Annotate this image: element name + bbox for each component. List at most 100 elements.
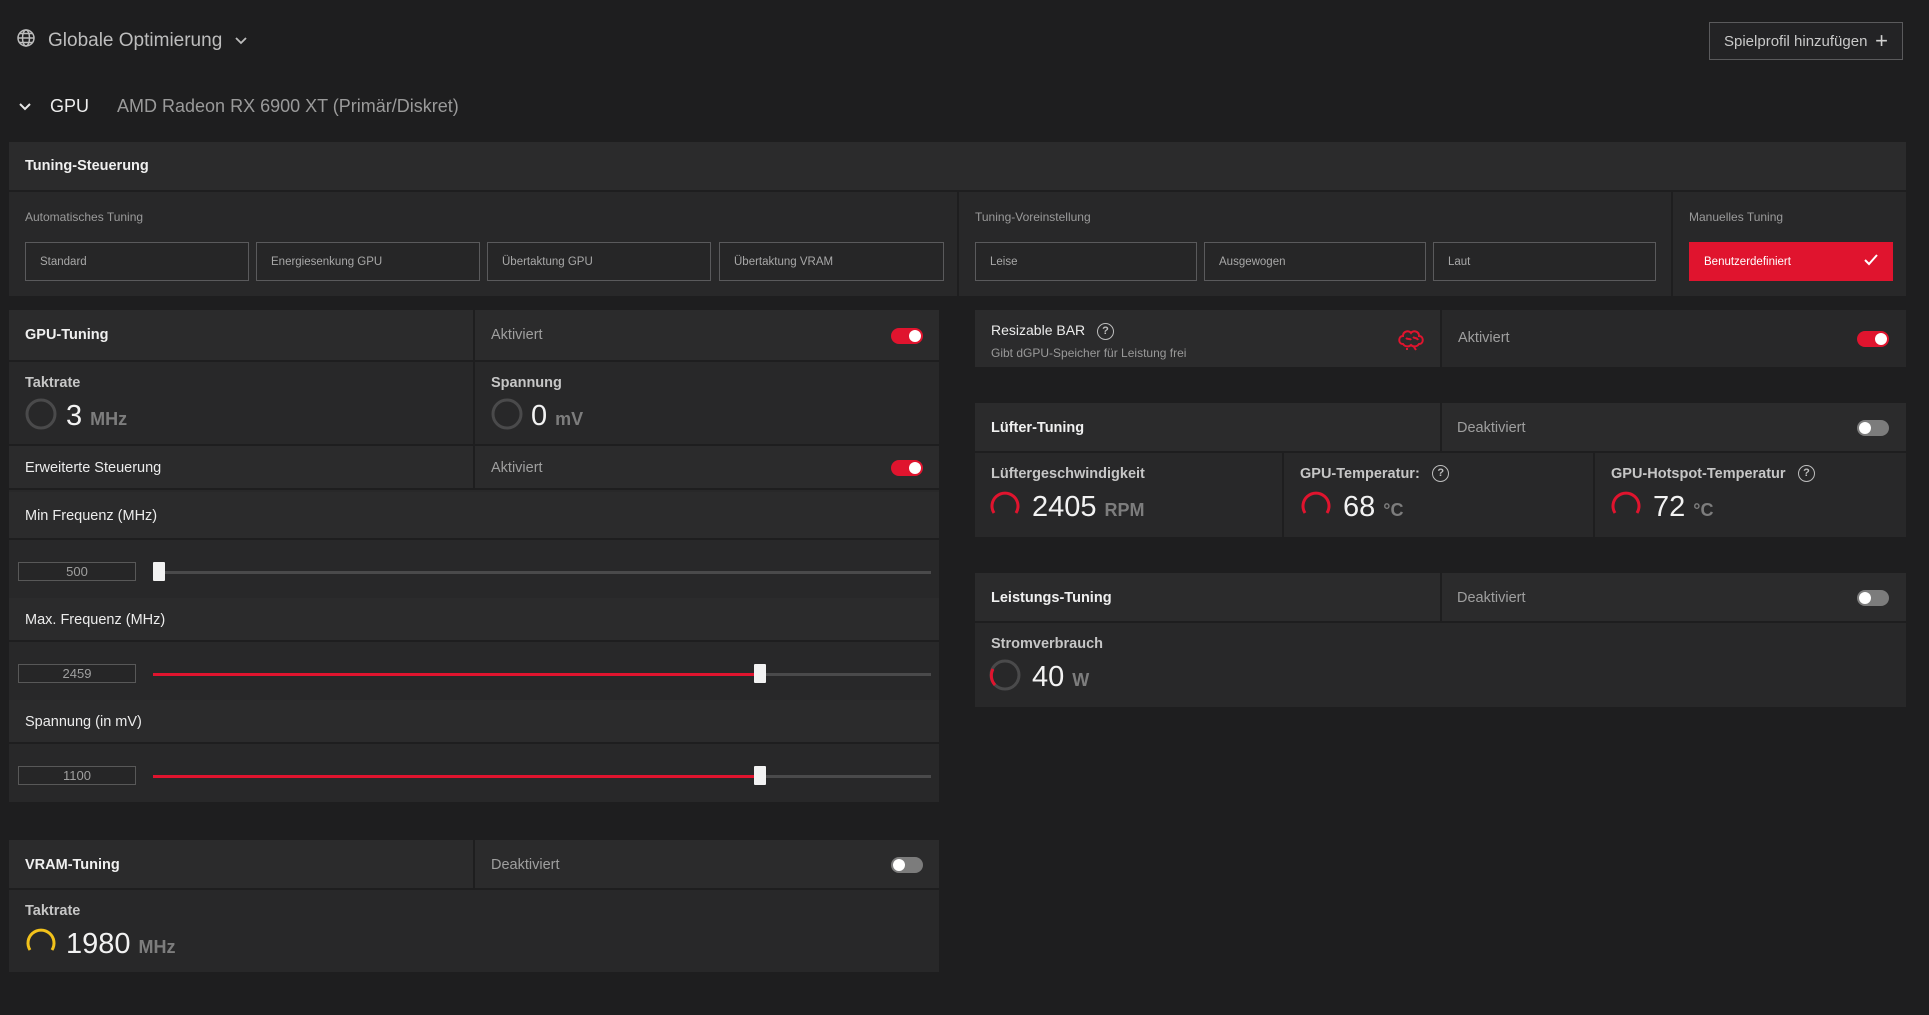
- voltage-slider-label: Spannung (in mV): [25, 714, 142, 730]
- gpu-tuning-status: Aktiviert: [491, 327, 543, 343]
- fan-speed-label: Lüftergeschwindigkeit: [991, 466, 1145, 482]
- max-frequency-label: Max. Frequenz (MHz): [25, 612, 166, 628]
- max-frequency-input[interactable]: 2459: [18, 664, 136, 683]
- gpu-tuning-toggle[interactable]: [891, 328, 923, 344]
- tuning-control-panel: Tuning-Steuerung Automatisches Tuning St…: [9, 142, 1906, 296]
- gpu-name: AMD Radeon RX 6900 XT (Primär/Diskret): [117, 96, 459, 116]
- preset-balanced-button[interactable]: Ausgewogen: [1204, 242, 1426, 281]
- voltage-value-group: 0 mV: [531, 400, 583, 433]
- preset-rage-button[interactable]: Laut: [1433, 242, 1656, 281]
- resizable-bar-toggle[interactable]: [1857, 331, 1889, 347]
- resizable-bar-description: Gibt dGPU-Speicher für Leistung frei: [991, 346, 1187, 360]
- power-value: 40: [1032, 661, 1065, 693]
- advanced-control-label: Erweiterte Steuerung: [25, 460, 162, 476]
- min-frequency-slider[interactable]: [153, 560, 931, 584]
- fan-speed-gauge: [990, 491, 1020, 514]
- plus-icon: +: [1875, 28, 1888, 53]
- voltage-value: 0: [531, 400, 548, 432]
- vram-tuning-title: VRAM-Tuning: [25, 857, 120, 873]
- clock-unit: MHz: [90, 409, 128, 429]
- fan-tuning-panel: Lüfter-Tuning Deaktiviert Lüftergeschwin…: [975, 403, 1906, 537]
- vram-tuning-toggle[interactable]: [891, 857, 923, 873]
- power-tuning-status: Deaktiviert: [1457, 590, 1526, 606]
- chevron-down-icon: [18, 96, 32, 117]
- power-gauge: [989, 659, 1021, 691]
- fan-tuning-status: Deaktiviert: [1457, 420, 1526, 436]
- power-tuning-panel: Leistungs-Tuning Deaktiviert Stromverbra…: [975, 573, 1906, 707]
- clock-value-group: 3 MHz: [66, 400, 127, 433]
- max-frequency-fill: [153, 673, 760, 676]
- gpu-header[interactable]: GPU AMD Radeon RX 6900 XT (Primär/Diskre…: [18, 96, 459, 117]
- preset-quiet-button[interactable]: Leise: [975, 242, 1197, 281]
- hotspot-temp-label-row: GPU-Hotspot-Temperatur ?: [1611, 465, 1815, 483]
- vram-clock-unit: MHz: [138, 937, 176, 957]
- preset-tuning-label: Tuning-Voreinstellung: [975, 210, 1091, 224]
- hotspot-temp-value: 72: [1653, 491, 1686, 523]
- auto-tuning-oc-gpu-button[interactable]: Übertaktung GPU: [487, 242, 711, 281]
- fan-speed-value: 2405: [1032, 491, 1097, 523]
- gpu-temp-label: GPU-Temperatur:: [1300, 466, 1420, 482]
- add-game-profile-button[interactable]: Spielprofil hinzufügen +: [1709, 22, 1903, 60]
- hotspot-temp-value-group: 72 °C: [1653, 491, 1713, 524]
- manual-custom-button[interactable]: Benutzerdefiniert: [1689, 242, 1893, 281]
- voltage-slider[interactable]: [153, 764, 931, 788]
- min-frequency-input[interactable]: 500: [18, 562, 136, 581]
- checkmark-icon: [1864, 254, 1878, 269]
- advanced-control-toggle[interactable]: [891, 460, 923, 476]
- fan-speed-value-group: 2405 RPM: [1032, 491, 1145, 524]
- auto-tuning-standard-button[interactable]: Standard: [25, 242, 249, 281]
- resizable-bar-title: Resizable BAR: [991, 322, 1086, 338]
- voltage-input[interactable]: 1100: [18, 766, 136, 785]
- resizable-bar-title-row: Resizable BAR ?: [991, 322, 1115, 340]
- vram-clock-value: 1980: [66, 928, 131, 960]
- scope-label: Globale Optimierung: [48, 30, 223, 51]
- fan-tuning-title: Lüfter-Tuning: [991, 420, 1085, 436]
- scope-selector[interactable]: Globale Optimierung: [16, 28, 248, 54]
- gpu-tuning-panel: GPU-Tuning Aktiviert Taktrate 3 MHz Span…: [9, 310, 939, 802]
- resizable-bar-panel: Resizable BAR ? Gibt dGPU-Speicher für L…: [975, 310, 1906, 367]
- voltage-thumb[interactable]: [753, 766, 766, 785]
- max-frequency-slider[interactable]: [153, 662, 931, 686]
- manual-tuning-label: Manuelles Tuning: [1689, 210, 1784, 224]
- clock-gauge: [25, 398, 57, 430]
- gpu-label: GPU: [50, 96, 90, 116]
- auto-tuning-label: Automatisches Tuning: [25, 210, 144, 224]
- clock-value: 3: [66, 400, 83, 432]
- power-tuning-title: Leistungs-Tuning: [991, 590, 1112, 606]
- vram-clock-label: Taktrate: [25, 903, 81, 919]
- power-tuning-toggle[interactable]: [1857, 590, 1889, 606]
- fan-speed-unit: RPM: [1104, 500, 1145, 520]
- max-frequency-thumb[interactable]: [753, 664, 766, 683]
- gpu-temp-unit: °C: [1383, 500, 1404, 520]
- voltage-unit: mV: [555, 409, 584, 429]
- hotspot-temp-unit: °C: [1693, 500, 1714, 520]
- vram-tuning-status: Deaktiviert: [491, 857, 560, 873]
- auto-tuning-undervolt-button[interactable]: Energiesenkung GPU: [256, 242, 480, 281]
- gpu-temp-label-row: GPU-Temperatur: ?: [1300, 465, 1450, 483]
- hotspot-temp-gauge: [1611, 491, 1641, 514]
- power-label: Stromverbrauch: [991, 636, 1104, 652]
- power-unit: W: [1072, 670, 1090, 690]
- resizable-bar-status: Aktiviert: [1458, 330, 1510, 346]
- hotspot-temp-label: GPU-Hotspot-Temperatur: [1611, 466, 1786, 482]
- vram-clock-gauge: [26, 928, 56, 951]
- question-icon[interactable]: ?: [1798, 465, 1815, 483]
- voltage-gauge: [491, 398, 523, 430]
- power-value-group: 40 W: [1032, 661, 1089, 694]
- min-frequency-thumb[interactable]: [153, 562, 165, 581]
- question-icon[interactable]: ?: [1097, 322, 1115, 340]
- question-icon[interactable]: ?: [1432, 465, 1450, 483]
- min-frequency-label: Min Frequenz (MHz): [25, 508, 158, 524]
- auto-tuning-oc-vram-button[interactable]: Übertaktung VRAM: [719, 242, 944, 281]
- gpu-temp-value-group: 68 °C: [1343, 491, 1403, 524]
- fan-tuning-toggle[interactable]: [1857, 420, 1889, 436]
- gpu-temp-gauge: [1301, 491, 1331, 514]
- vram-clock-value-group: 1980 MHz: [66, 928, 176, 961]
- gpu-tuning-title: GPU-Tuning: [25, 327, 109, 343]
- chevron-down-icon: [234, 30, 248, 52]
- vram-tuning-panel: VRAM-Tuning Deaktiviert Taktrate 1980 MH…: [9, 840, 939, 972]
- tuning-control-title: Tuning-Steuerung: [25, 158, 149, 174]
- brain-icon: [1397, 328, 1425, 357]
- clock-label: Taktrate: [25, 375, 81, 391]
- add-profile-label: Spielprofil hinzufügen: [1724, 32, 1868, 50]
